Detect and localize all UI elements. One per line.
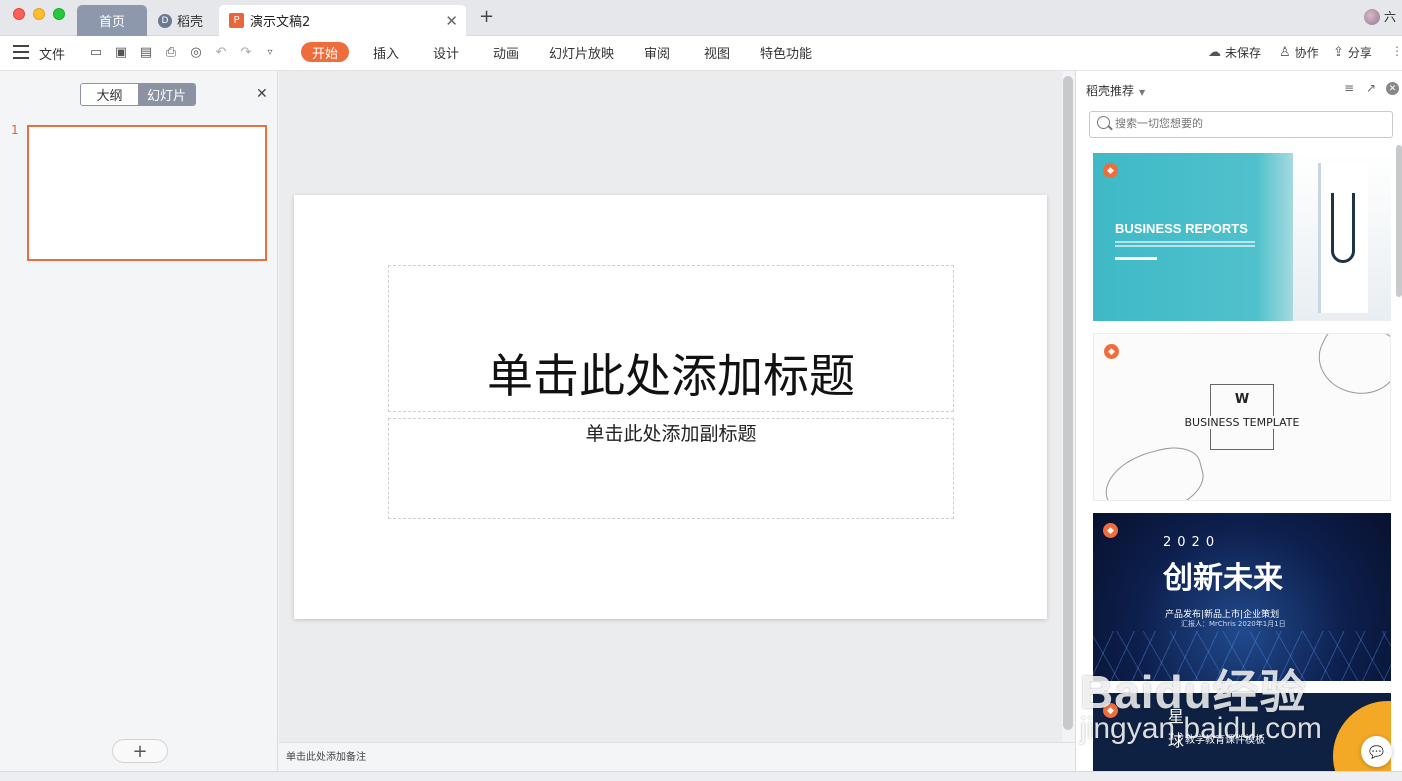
docer-badge-icon: ◆ — [1103, 163, 1118, 178]
panel-title-dropdown[interactable]: 稻壳推荐 ▼ — [1086, 82, 1145, 99]
template-search[interactable] — [1089, 111, 1393, 138]
add-slide-button[interactable]: + — [112, 739, 168, 763]
tab-special-features[interactable]: 特色功能 — [760, 42, 812, 62]
open-folder-icon[interactable]: ▭ — [88, 44, 104, 60]
docer-badge-icon: ◆ — [1104, 344, 1119, 359]
chevron-down-icon: ▼ — [1139, 88, 1146, 97]
avatar — [1364, 8, 1380, 25]
close-icon[interactable]: ✕ — [1386, 82, 1399, 95]
subtitle-placeholder-text: 单击此处添加副标题 — [585, 423, 757, 445]
tab-home-label: 首页 — [98, 15, 125, 30]
chat-bubble-icon[interactable]: 💬 — [1361, 736, 1392, 767]
slide-canvas[interactable]: 单击此处添加标题 单击此处添加副标题 — [294, 195, 1047, 619]
search-input[interactable] — [1115, 117, 1385, 130]
main-toolbar: 文件 ▭ ▣ ▤ ⎙ ◎ ↶ ↷ ▿ 开始 插入 设计 动画 幻灯片放映 审阅 … — [0, 36, 1402, 71]
slide-thumbnail[interactable] — [27, 125, 267, 261]
panel-scrollbar[interactable] — [1396, 145, 1402, 297]
user-account[interactable]: 六 — [1364, 8, 1396, 25]
close-panel-icon[interactable]: ✕ — [256, 86, 268, 102]
notes-area[interactable]: 单击此处添加备注 — [279, 742, 1075, 771]
redo-icon[interactable]: ↷ — [238, 44, 254, 60]
close-window-button[interactable] — [13, 8, 25, 20]
tab-slideshow[interactable]: 幻灯片放映 — [549, 42, 614, 62]
tab-design[interactable]: 设计 — [433, 42, 459, 62]
canvas-scrollbar[interactable] — [1063, 76, 1073, 730]
tab-docer[interactable]: D 稻壳 — [151, 5, 217, 36]
template-reporter: 汇报人：MrChris 2020年1月1日 — [1181, 620, 1286, 628]
search-icon — [1097, 116, 1110, 129]
close-tab-icon[interactable]: ✕ — [445, 12, 458, 30]
print-preview-icon[interactable]: ◎ — [188, 44, 204, 60]
title-placeholder-text: 单击此处添加标题 — [487, 349, 855, 403]
zoom-window-button[interactable] — [53, 8, 65, 20]
notes-placeholder: 单击此处添加备注 — [286, 752, 366, 763]
expand-icon[interactable]: ↗ — [1366, 81, 1376, 95]
slide-navigation-panel: 大纲 幻灯片 ✕ 1 + — [0, 71, 278, 771]
unsaved-label: 未保存 — [1225, 46, 1262, 60]
print-icon[interactable]: ⎙ — [163, 44, 179, 60]
tab-animation[interactable]: 动画 — [493, 42, 519, 62]
docer-badge-icon: ◆ — [1103, 523, 1118, 538]
slide-number: 1 — [11, 123, 19, 137]
tab-presentation-label: 演示文稿2 — [250, 15, 311, 30]
user-name: 六 — [1384, 10, 1397, 24]
export-pdf-icon[interactable]: ▤ — [138, 44, 154, 60]
share-icon: ⇪ — [1333, 45, 1344, 60]
panel-title: 稻壳推荐 — [1086, 84, 1135, 98]
stethoscope-graphic — [1331, 193, 1355, 263]
save-icon[interactable]: ▣ — [113, 44, 129, 60]
cloud-icon: ☁ — [1208, 45, 1221, 60]
tab-insert[interactable]: 插入 — [373, 42, 399, 62]
tab-home[interactable]: 首页 — [77, 5, 147, 36]
presentation-icon: P — [229, 13, 244, 28]
tab-presentation[interactable]: P 演示文稿2 ✕ — [219, 5, 466, 36]
more-options-icon[interactable]: ⋮ — [1391, 44, 1402, 58]
tab-outline[interactable]: 大纲 — [81, 84, 138, 105]
share-button[interactable]: ⇪ 分享 — [1333, 44, 1372, 61]
slide-editing-area: 单击此处添加标题 单击此处添加副标题 — [279, 71, 1062, 742]
tab-start[interactable]: 开始 — [301, 42, 350, 62]
title-bar: 首页 D 稻壳 P 演示文稿2 ✕ + 六 — [0, 0, 1402, 36]
subtitle-placeholder[interactable]: 单击此处添加副标题 — [388, 418, 954, 519]
user-icon: ♙ — [1279, 45, 1291, 60]
filter-icon[interactable]: ≡ — [1344, 81, 1354, 95]
watermark-url: jingyan.baidu.com — [1080, 712, 1322, 745]
undo-icon[interactable]: ↶ — [213, 44, 229, 60]
unsaved-status-button[interactable]: ☁ 未保存 — [1208, 44, 1261, 61]
new-tab-button[interactable]: + — [479, 6, 494, 27]
customize-toolbar-icon[interactable]: ▿ — [262, 44, 278, 60]
template-card-business-reports[interactable]: ◆ BUSINESS REPORTS — [1093, 153, 1391, 321]
template-heading: 创新未来 — [1163, 561, 1283, 596]
tab-review[interactable]: 审阅 — [644, 42, 670, 62]
minimize-window-button[interactable] — [33, 8, 45, 20]
collaborate-button[interactable]: ♙ 协作 — [1279, 44, 1319, 61]
template-year: 2020 — [1163, 535, 1221, 550]
docer-icon: D — [158, 13, 172, 28]
collaborate-label: 协作 — [1294, 46, 1319, 60]
tab-view[interactable]: 视图 — [704, 42, 730, 62]
template-card-business-template[interactable]: ◆ W BUSINESS TEMPLATE — [1093, 333, 1391, 501]
template-heading: BUSINESS REPORTS — [1115, 221, 1248, 236]
tab-docer-label: 稻壳 — [177, 15, 204, 30]
panel-view-toggle: 大纲 幻灯片 — [80, 83, 196, 106]
template-heading: BUSINESS TEMPLATE — [1094, 416, 1390, 429]
file-menu[interactable]: 文件 — [39, 44, 65, 63]
hamburger-menu-icon[interactable] — [13, 45, 29, 59]
title-placeholder[interactable]: 单击此处添加标题 — [388, 265, 954, 412]
share-label: 分享 — [1347, 46, 1372, 60]
status-bar — [0, 771, 1402, 781]
template-logo: W — [1234, 392, 1250, 407]
tab-slides[interactable]: 幻灯片 — [138, 84, 195, 105]
